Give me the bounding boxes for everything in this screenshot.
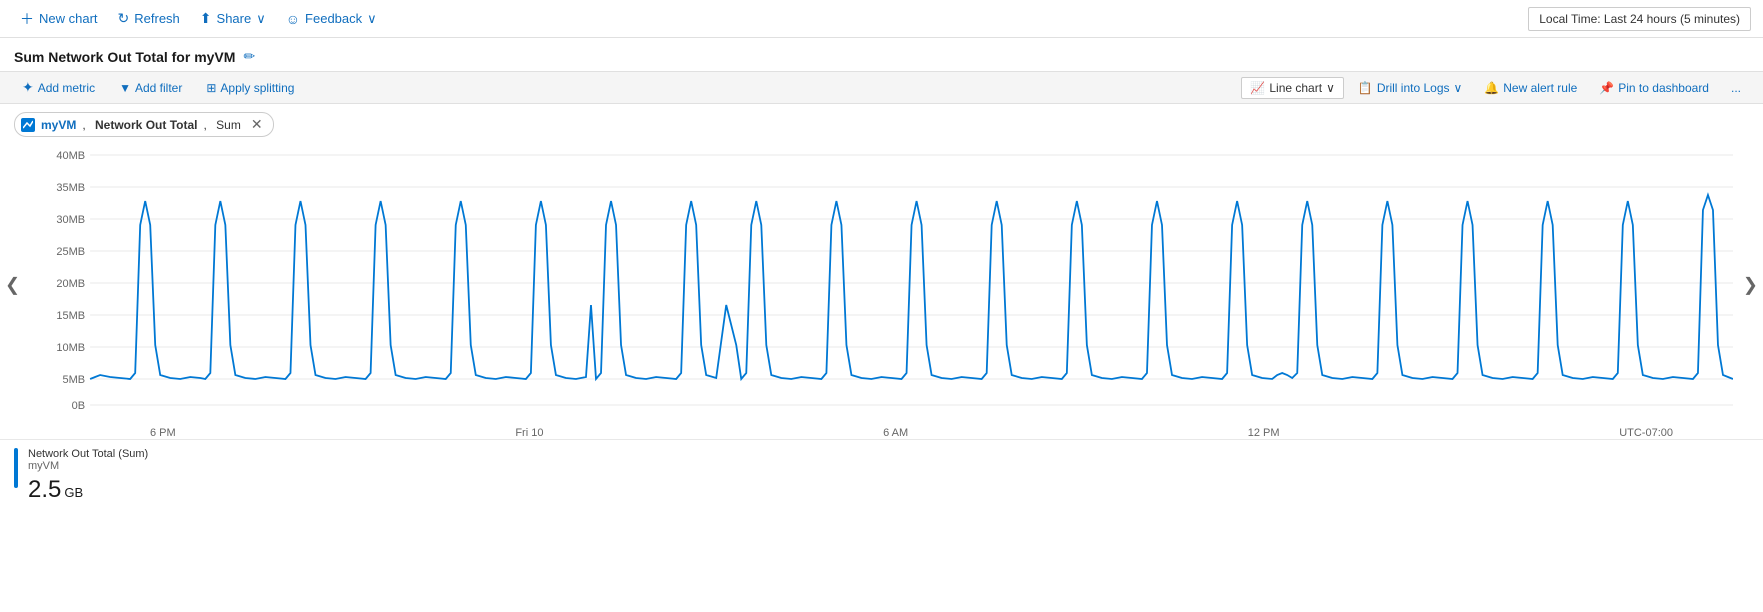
- pin-icon: 📌: [1599, 81, 1614, 95]
- x-label-utc: UTC-07:00: [1619, 427, 1673, 439]
- chart-nav-right-button[interactable]: ❯: [1743, 275, 1758, 296]
- drill-into-logs-button[interactable]: 📋 Drill into Logs ∨: [1350, 78, 1470, 98]
- legend-section: Network Out Total (Sum) myVM 2.5 GB: [0, 439, 1763, 512]
- legend-metric-name: Network Out Total (Sum): [28, 448, 1749, 460]
- share-chevron-icon: ∨: [256, 11, 266, 27]
- filter-icon: ▼: [119, 81, 131, 95]
- more-options-button[interactable]: ...: [1723, 78, 1749, 98]
- legend-value-unit: GB: [64, 485, 83, 500]
- svg-text:5MB: 5MB: [62, 374, 85, 386]
- toolbar-right: Local Time: Last 24 hours (5 minutes): [1528, 7, 1751, 31]
- chart-type-button[interactable]: 📈 Line chart ∨: [1241, 77, 1343, 99]
- x-label-fri10: Fri 10: [515, 427, 543, 439]
- new-alert-rule-button[interactable]: 🔔 New alert rule: [1476, 78, 1585, 98]
- pill-vm: myVM: [41, 118, 76, 132]
- alert-icon: 🔔: [1484, 81, 1499, 95]
- legend-pill-row: myVM, Network Out Total, Sum ✕: [0, 104, 1763, 145]
- pill-aggregation: Sum: [216, 118, 241, 132]
- legend-text: Network Out Total (Sum) myVM 2.5 GB: [28, 448, 1749, 504]
- svg-text:15MB: 15MB: [56, 310, 85, 322]
- share-button[interactable]: ⬆ Share ∨: [192, 6, 274, 31]
- logs-icon: 📋: [1358, 81, 1373, 95]
- share-icon: ⬆: [200, 10, 212, 27]
- feedback-chevron-icon: ∨: [367, 11, 377, 27]
- chart-wrapper: ❮ ❯ 40MB 35MB 30MB 25MB 20MB 15MB 10MB 5…: [30, 145, 1733, 425]
- pin-to-dashboard-button[interactable]: 📌 Pin to dashboard: [1591, 78, 1717, 98]
- smiley-icon: ☺: [286, 11, 300, 27]
- metric-toolbar-right: 📈 Line chart ∨ 📋 Drill into Logs ∨ 🔔 New…: [1241, 77, 1749, 99]
- pill-chart-icon: [21, 118, 35, 132]
- pill-metric: Network Out Total: [95, 118, 197, 132]
- add-metric-icon: ✦: [22, 79, 34, 96]
- line-chart-icon: 📈: [1250, 81, 1265, 95]
- refresh-icon: ↻: [118, 10, 130, 27]
- svg-text:20MB: 20MB: [56, 278, 85, 290]
- feedback-button[interactable]: ☺ Feedback ∨: [278, 7, 385, 31]
- svg-text:10MB: 10MB: [56, 342, 85, 354]
- pill-close-button[interactable]: ✕: [251, 116, 263, 133]
- legend-vm-name: myVM: [28, 460, 1749, 472]
- new-chart-button[interactable]: ＋ New chart: [12, 5, 106, 33]
- chart-nav-left-button[interactable]: ❮: [5, 275, 20, 296]
- add-filter-button[interactable]: ▼ Add filter: [111, 78, 190, 98]
- drill-chevron-icon: ∨: [1454, 81, 1463, 95]
- toolbar-left: ＋ New chart ↻ Refresh ⬆ Share ∨ ☺ Feedba…: [12, 5, 1528, 33]
- svg-text:30MB: 30MB: [56, 214, 85, 226]
- svg-text:0B: 0B: [72, 400, 85, 412]
- x-label-6am: 6 AM: [883, 427, 908, 439]
- svg-text:35MB: 35MB: [56, 182, 85, 194]
- svg-text:40MB: 40MB: [56, 150, 85, 162]
- edit-icon[interactable]: ✏: [243, 48, 255, 65]
- line-chart-chevron-icon: ∨: [1326, 81, 1335, 95]
- metric-toolbar-left: ✦ Add metric ▼ Add filter ⊞ Apply splitt…: [14, 76, 1233, 99]
- x-label-6pm: 6 PM: [150, 427, 176, 439]
- legend-value: 2.5 GB: [28, 476, 1749, 504]
- time-range-button[interactable]: Local Time: Last 24 hours (5 minutes): [1528, 7, 1751, 31]
- metric-toolbar: ✦ Add metric ▼ Add filter ⊞ Apply splitt…: [0, 71, 1763, 104]
- refresh-button[interactable]: ↻ Refresh: [110, 6, 188, 31]
- apply-splitting-button[interactable]: ⊞ Apply splitting: [198, 78, 302, 98]
- splitting-icon: ⊞: [206, 81, 216, 95]
- chart-svg: 40MB 35MB 30MB 25MB 20MB 15MB 10MB 5MB 0…: [30, 145, 1733, 425]
- legend-color-bar: [14, 448, 18, 488]
- x-label-12pm: 12 PM: [1248, 427, 1280, 439]
- chart-title-row: Sum Network Out Total for myVM ✏: [0, 38, 1763, 71]
- main-toolbar: ＋ New chart ↻ Refresh ⬆ Share ∨ ☺ Feedba…: [0, 0, 1763, 38]
- x-axis-labels: 6 PM Fri 10 6 AM 12 PM UTC-07:00: [30, 425, 1733, 439]
- add-metric-button[interactable]: ✦ Add metric: [14, 76, 103, 99]
- chart-title: Sum Network Out Total for myVM: [14, 49, 235, 65]
- plus-icon: ＋: [20, 9, 34, 29]
- metric-pill: myVM, Network Out Total, Sum ✕: [14, 112, 274, 137]
- legend-value-number: 2.5: [28, 476, 61, 504]
- svg-text:25MB: 25MB: [56, 246, 85, 258]
